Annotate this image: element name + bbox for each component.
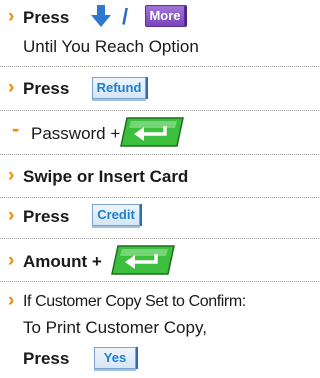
step-1-line-2: Until You Reach Option bbox=[23, 37, 199, 56]
step-5-press-label: Press bbox=[23, 207, 70, 226]
step-7-line-1: If Customer Copy Set to Confirm: bbox=[23, 293, 246, 310]
enter-key-icon[interactable] bbox=[108, 243, 178, 277]
chevron-right-icon: › bbox=[8, 250, 15, 271]
down-arrow-icon bbox=[91, 5, 111, 27]
chevron-right-icon: › bbox=[8, 6, 15, 27]
divider bbox=[0, 197, 319, 198]
chevron-right-icon: › bbox=[8, 205, 15, 226]
divider bbox=[0, 66, 319, 67]
chevron-right-icon: › bbox=[8, 77, 15, 98]
credit-key[interactable]: Credit bbox=[92, 204, 140, 226]
step-1-press-label: Press bbox=[23, 8, 70, 27]
divider bbox=[0, 281, 319, 282]
chevron-right-icon: › bbox=[8, 290, 15, 311]
chevron-right-icon: › bbox=[8, 165, 15, 186]
more-key[interactable]: More bbox=[145, 5, 185, 27]
refund-key[interactable]: Refund bbox=[92, 77, 146, 99]
divider bbox=[0, 110, 319, 111]
separator-slash: / bbox=[122, 4, 129, 29]
enter-key-icon[interactable] bbox=[117, 115, 187, 149]
step-2-press-label: Press bbox=[23, 79, 70, 98]
step-7-press-label: Press bbox=[23, 349, 70, 368]
divider bbox=[0, 154, 319, 155]
step-6-label: Amount + bbox=[23, 252, 102, 271]
step-3-label: Password + bbox=[31, 124, 121, 143]
divider bbox=[0, 238, 319, 239]
step-7-line-2: To Print Customer Copy, bbox=[23, 318, 207, 337]
step-4-label: Swipe or Insert Card bbox=[23, 167, 189, 186]
dash-bullet: - bbox=[12, 116, 20, 141]
yes-key[interactable]: Yes bbox=[94, 347, 136, 369]
